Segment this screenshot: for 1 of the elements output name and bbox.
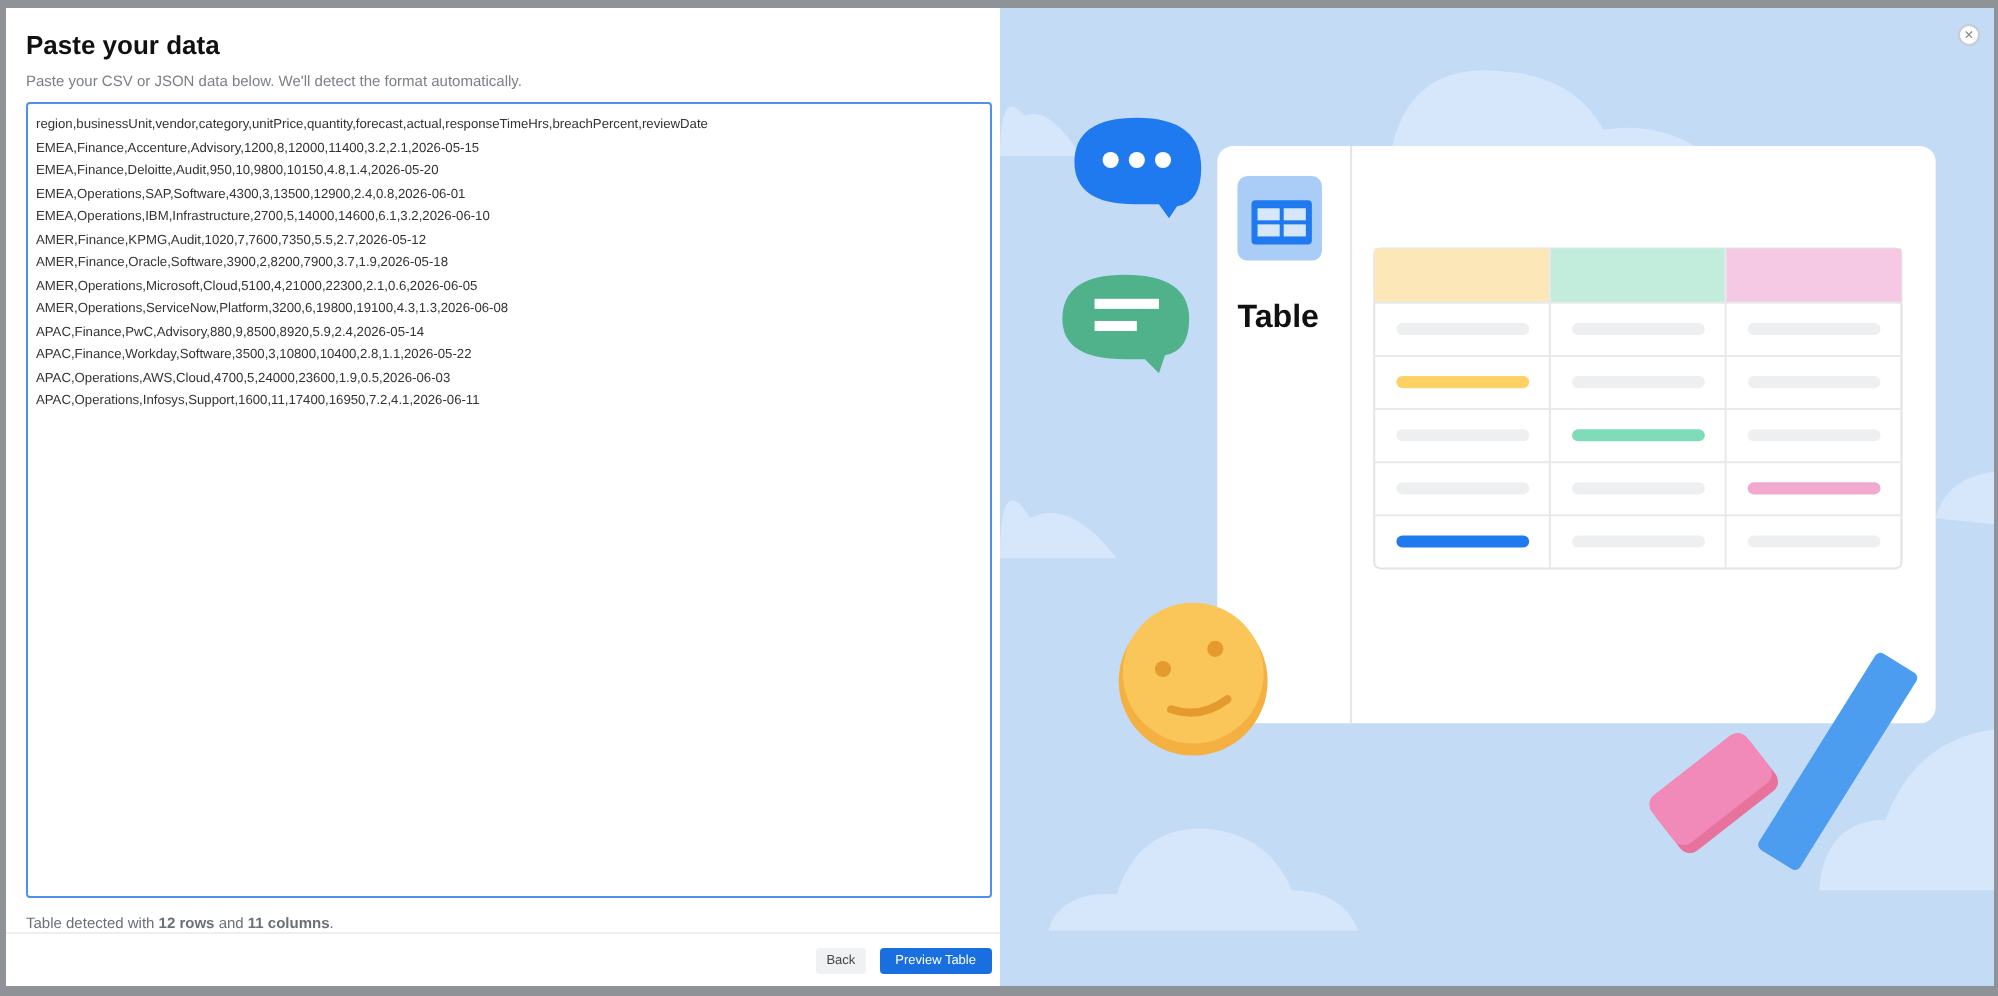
dialog-title: Paste your data xyxy=(26,30,222,60)
